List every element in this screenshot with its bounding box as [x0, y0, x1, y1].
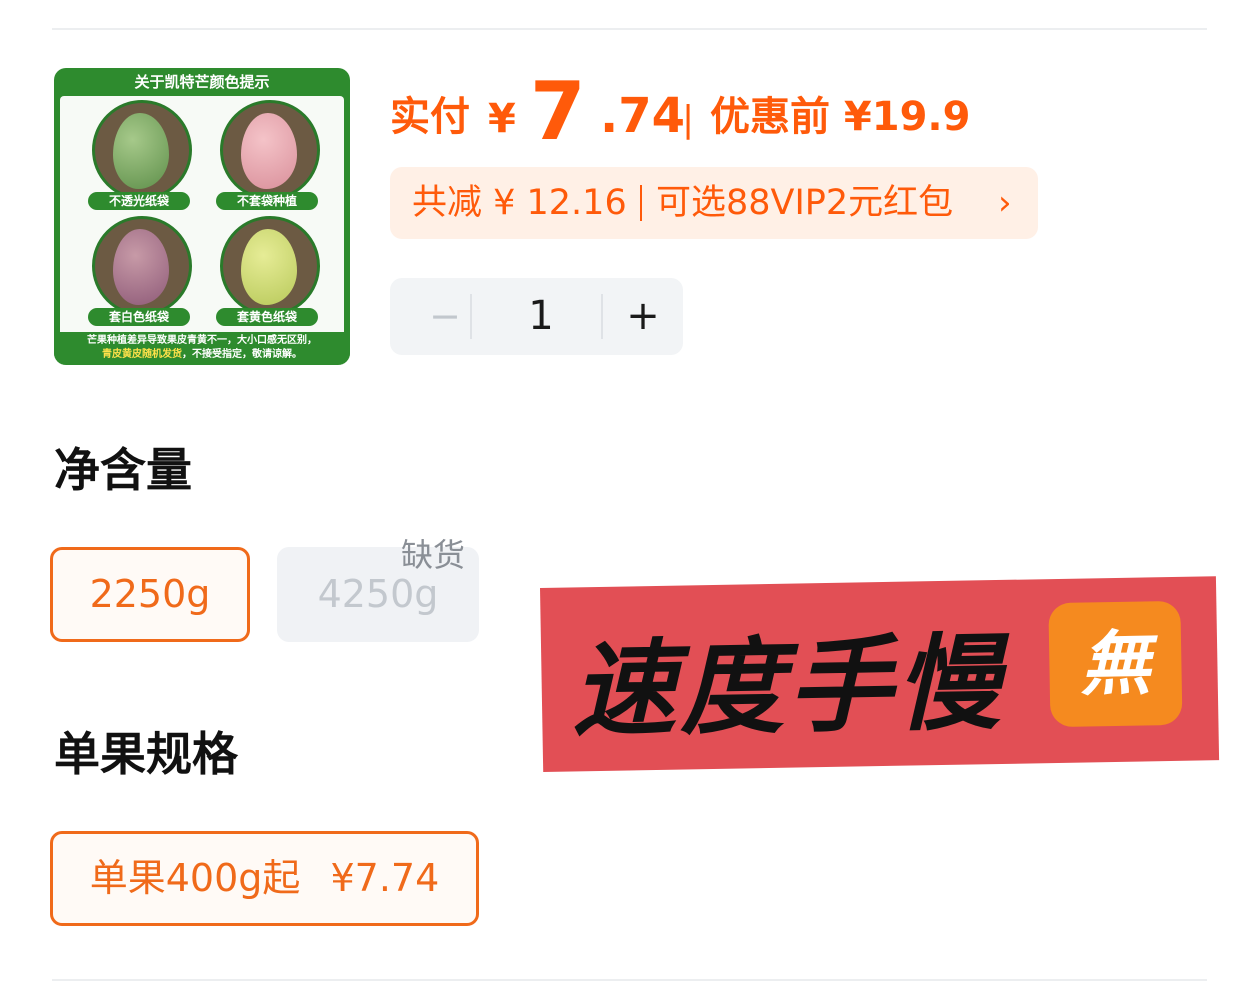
vip-coupon-option: 可选88VIP2元红包: [656, 183, 954, 223]
thumbnail-footer: 芒果种植差异导致果皮青黄不一，大小口感无区别， 青皮黄皮随机发货，不接受指定，敬…: [54, 332, 350, 365]
discount-divider: [640, 185, 642, 221]
out-of-stock-tag: 缺货: [401, 536, 466, 574]
thumbnail-header: 关于凯特芒颜色提示: [134, 73, 270, 91]
banner-badge: 無: [1048, 600, 1183, 728]
product-thumbnail[interactable]: 关于凯特芒颜色提示 不透光纸袋 不套袋种植 套白色纸袋 套黄色纸袋 芒果种植差异…: [54, 68, 350, 365]
fruit-spec-label: 单果400g起: [89, 856, 301, 900]
price-decimal: .74: [600, 88, 686, 144]
fruit-spec-option[interactable]: 单果400g起 ¥7.74: [50, 831, 479, 926]
footer-line-2: 青皮黄皮随机发货，不接受指定，敬请谅解。: [54, 348, 350, 362]
weight-option-2250g[interactable]: 2250g: [50, 547, 250, 642]
price-separator: |: [682, 99, 695, 140]
bottom-divider: [52, 979, 1207, 981]
price-integer: 7: [530, 65, 586, 158]
single-fruit-title: 单果规格: [54, 727, 238, 781]
chevron-right-icon: ›: [998, 183, 1012, 223]
total-discount: 共减 ¥ 12.16: [412, 183, 627, 223]
overlay-banner: 速度手慢 無: [540, 576, 1220, 772]
mango-photo: [220, 100, 320, 200]
footer-line-1: 芒果种植差异导致果皮青黄不一，大小口感无区别，: [87, 335, 317, 346]
currency-symbol: ¥: [488, 96, 516, 142]
thumbnail-body: 不透光纸袋 不套袋种植 套白色纸袋 套黄色纸袋: [60, 96, 344, 365]
mango-photo: [92, 216, 192, 316]
top-divider: [52, 28, 1207, 30]
mango-label: 套白色纸袋: [88, 308, 190, 326]
quantity-stepper: − 1 +: [390, 278, 683, 355]
stepper-divider: [470, 294, 472, 339]
quantity-value[interactable]: 1: [480, 278, 602, 355]
mango-label: 不透光纸袋: [88, 192, 190, 210]
mango-photo: [220, 216, 320, 316]
increment-button[interactable]: +: [608, 278, 678, 355]
mango-photo: [92, 100, 192, 200]
net-weight-title: 净含量: [54, 443, 192, 497]
discount-pill[interactable]: 共减 ¥ 12.16 可选88VIP2元红包 ›: [390, 167, 1038, 239]
stepper-divider: [601, 294, 603, 339]
footer-highlight: 青皮黄皮随机发货: [102, 349, 182, 360]
banner-text: 速度手慢: [570, 621, 1005, 752]
fruit-spec-price: ¥7.74: [330, 856, 440, 900]
mango-label: 套黄色纸袋: [216, 308, 318, 326]
paid-label: 实付: [390, 94, 470, 140]
mango-label: 不套袋种植: [216, 192, 318, 210]
footer-rest: ，不接受指定，敬请谅解。: [182, 349, 302, 360]
original-price: 优惠前 ¥19.9: [710, 94, 971, 140]
